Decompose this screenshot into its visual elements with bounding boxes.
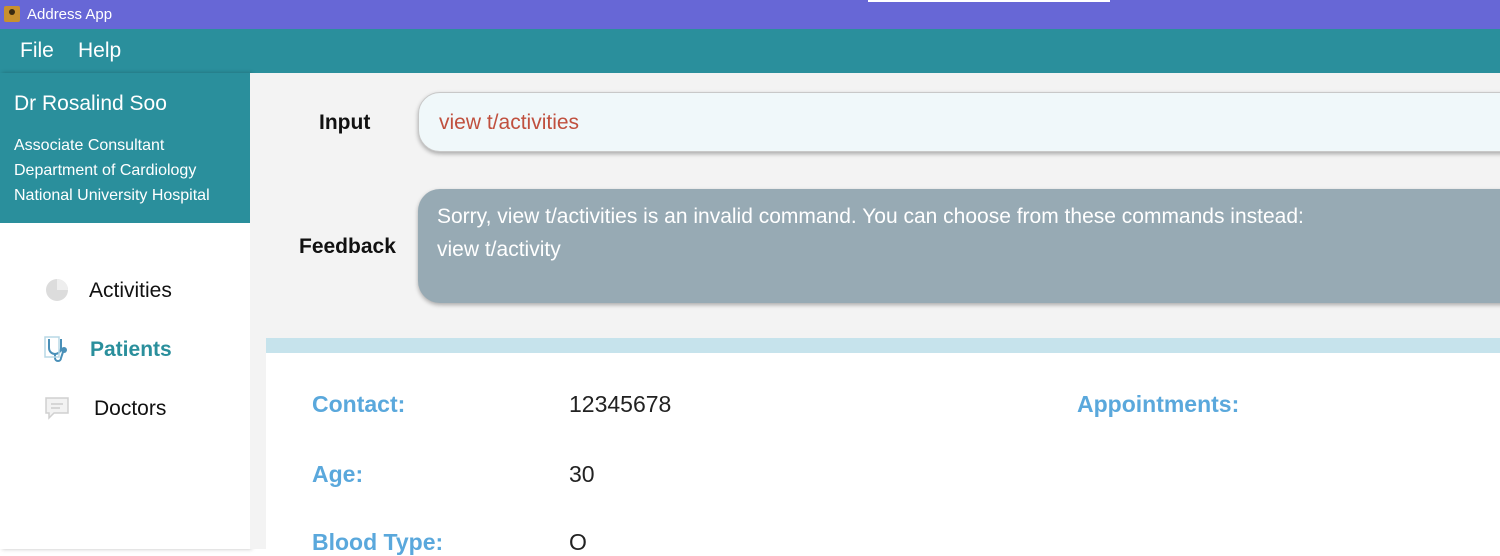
pie-chart-icon (46, 279, 68, 301)
nav-label-patients: Patients (90, 338, 172, 361)
nav-label-doctors: Doctors (94, 397, 167, 420)
command-input[interactable] (437, 105, 1491, 141)
nav-label-activities: Activities (89, 279, 172, 302)
main-panel: Input Feedback Sorry, view t/activities … (250, 73, 1500, 555)
app-icon (4, 6, 20, 22)
sidebar: Dr Rosalind Soo Associate Consultant Dep… (0, 73, 250, 549)
doctor-department: Department of Cardiology (14, 162, 197, 179)
title-bar-highlight (868, 0, 1110, 2)
appointments-label: Appointments: (1077, 391, 1240, 417)
command-box (418, 92, 1500, 152)
stethoscope-icon (44, 336, 67, 362)
age-value: 30 (569, 461, 595, 487)
command-input-label: Input (319, 111, 371, 134)
blood-type-label: Blood Type: (312, 529, 444, 555)
nav-item-activities[interactable]: Activities (0, 269, 250, 313)
menu-file[interactable]: File (20, 39, 54, 63)
section-divider (266, 338, 1500, 353)
nav-item-doctors[interactable]: Doctors (0, 387, 250, 431)
doctor-position: Associate Consultant (14, 137, 165, 154)
contact-label: Contact: (312, 391, 406, 417)
doctor-name: Dr Rosalind Soo (14, 92, 167, 115)
menu-bar: File Help (0, 29, 1500, 73)
nav-item-patients[interactable]: Patients (0, 328, 250, 372)
feedback-box: Sorry, view t/activities is an invalid c… (418, 189, 1500, 303)
feedback-label: Feedback (299, 235, 396, 258)
menu-help[interactable]: Help (78, 39, 121, 63)
contact-value: 12345678 (569, 391, 672, 417)
doctor-hospital: National University Hospital (14, 187, 210, 204)
window-title: Address App (27, 6, 113, 23)
title-bar: Address App (0, 0, 1500, 29)
feedback-suggestion: view t/activity (437, 238, 561, 261)
feedback-message: Sorry, view t/activities is an invalid c… (437, 205, 1304, 228)
patient-details: Contact: 12345678 Appointments: Age: 30 … (266, 353, 1500, 555)
age-label: Age: (312, 461, 364, 487)
chat-icon (45, 397, 69, 420)
doctor-profile: Dr Rosalind Soo Associate Consultant Dep… (0, 73, 250, 223)
blood-type-value: O (569, 529, 587, 555)
